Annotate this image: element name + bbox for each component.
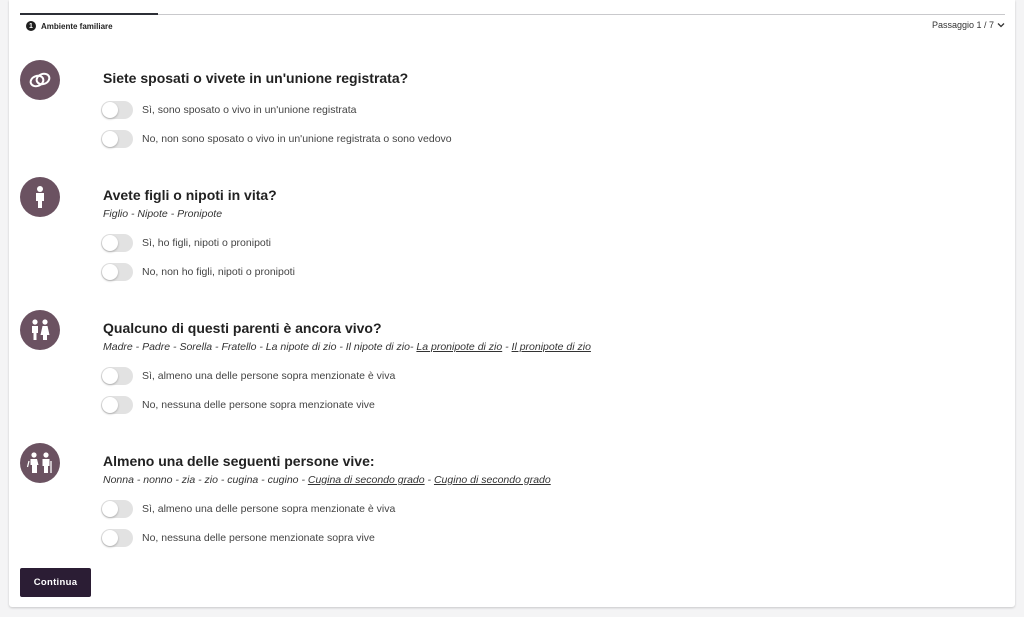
option-label: No, nessuna delle persone menzionate sop… — [142, 532, 375, 544]
subtitle-link[interactable]: Cugino di secondo grado — [434, 474, 551, 486]
subtitle-link[interactable]: La pronipote di zio — [416, 341, 502, 353]
chevron-down-icon — [997, 23, 1005, 28]
option-label: No, non ho figli, nipoti o pronipoti — [142, 266, 295, 278]
option-no[interactable]: No, nessuna delle persone menzionate sop… — [101, 529, 375, 547]
step-progress-indicator — [20, 13, 158, 15]
wedding-rings-icon — [20, 60, 60, 100]
toggle-knob — [102, 397, 118, 413]
option-yes[interactable]: Sì, almeno una delle persone sopra menzi… — [101, 500, 395, 518]
step-counter-label: Passaggio 1 / 7 — [931, 20, 994, 30]
option-yes[interactable]: Sì, sono sposato o vivo in un'unione reg… — [101, 101, 356, 119]
subtitle-link[interactable]: Il pronipote di zio — [512, 341, 591, 353]
toggle-knob — [102, 131, 118, 147]
toggle-switch[interactable] — [101, 367, 133, 385]
option-yes[interactable]: Sì, almeno una delle persone sopra menzi… — [101, 367, 395, 385]
subtitle-text: Nonna - nonno - zia - zio - cugina - cug… — [103, 474, 308, 486]
current-step: 1 Ambiente familiare — [26, 21, 113, 31]
option-label: Sì, sono sposato o vivo in un'unione reg… — [142, 104, 357, 116]
toggle-switch[interactable] — [101, 529, 133, 547]
step-number-badge: 1 — [26, 21, 36, 31]
toggle-switch[interactable] — [101, 101, 133, 119]
option-yes[interactable]: Sì, ho figli, nipoti o pronipoti — [101, 234, 271, 252]
question-title: Avete figli o nipoti in vita? — [103, 187, 277, 203]
subtitle-text: Madre - Padre - Sorella - Fratello - La … — [103, 341, 414, 353]
subtitle-link[interactable]: Cugina di secondo grado — [308, 474, 425, 486]
child-icon — [20, 177, 60, 217]
toggle-knob — [102, 501, 118, 517]
question-title: Siete sposati o vivete in un'unione regi… — [103, 70, 409, 86]
option-label: No, non sono sposato o vivo in un'unione… — [142, 133, 452, 145]
parents-icon — [20, 310, 60, 350]
toggle-knob — [102, 530, 118, 546]
option-label: No, nessuna delle persone sopra menziona… — [142, 399, 375, 411]
subtitle-text: Figlio - Nipote - Pronipote — [103, 208, 223, 220]
toggle-switch[interactable] — [101, 263, 133, 281]
toggle-switch[interactable] — [101, 500, 133, 518]
step-counter-dropdown[interactable]: Passaggio 1 / 7 — [932, 20, 1005, 30]
stepper-bar: 1 Ambiente familiare Passaggio 1 / 7 — [20, 13, 1005, 39]
questionnaire-card: 1 Ambiente familiare Passaggio 1 / 7 Sie… — [9, 0, 1015, 607]
grandparents-icon — [20, 443, 60, 483]
option-label: Sì, almeno una delle persone sopra menzi… — [142, 503, 396, 515]
option-no[interactable]: No, nessuna delle persone sopra menziona… — [101, 396, 375, 414]
toggle-switch[interactable] — [101, 130, 133, 148]
question-subtitle: Figlio - Nipote - Pronipote — [103, 208, 222, 220]
option-no[interactable]: No, non sono sposato o vivo in un'unione… — [101, 130, 452, 148]
question-title: Almeno una delle seguenti persone vive: — [103, 453, 375, 469]
option-label: Sì, ho figli, nipoti o pronipoti — [142, 237, 271, 249]
question-title: Qualcuno di questi parenti è ancora vivo… — [103, 320, 382, 336]
continue-button[interactable]: Continua — [20, 568, 91, 597]
subtitle-separator: - — [424, 474, 434, 486]
step-title: Ambiente familiare — [41, 21, 113, 31]
option-label: Sì, almeno una delle persone sopra menzi… — [142, 370, 396, 382]
option-no[interactable]: No, non ho figli, nipoti o pronipoti — [101, 263, 295, 281]
toggle-knob — [102, 264, 118, 280]
question-subtitle: Nonna - nonno - zia - zio - cugina - cug… — [103, 474, 551, 486]
question-subtitle: Madre - Padre - Sorella - Fratello - La … — [103, 341, 591, 353]
toggle-knob — [102, 102, 118, 118]
toggle-knob — [102, 235, 118, 251]
toggle-switch[interactable] — [101, 396, 133, 414]
toggle-knob — [102, 368, 118, 384]
subtitle-separator: - — [502, 341, 512, 353]
toggle-switch[interactable] — [101, 234, 133, 252]
